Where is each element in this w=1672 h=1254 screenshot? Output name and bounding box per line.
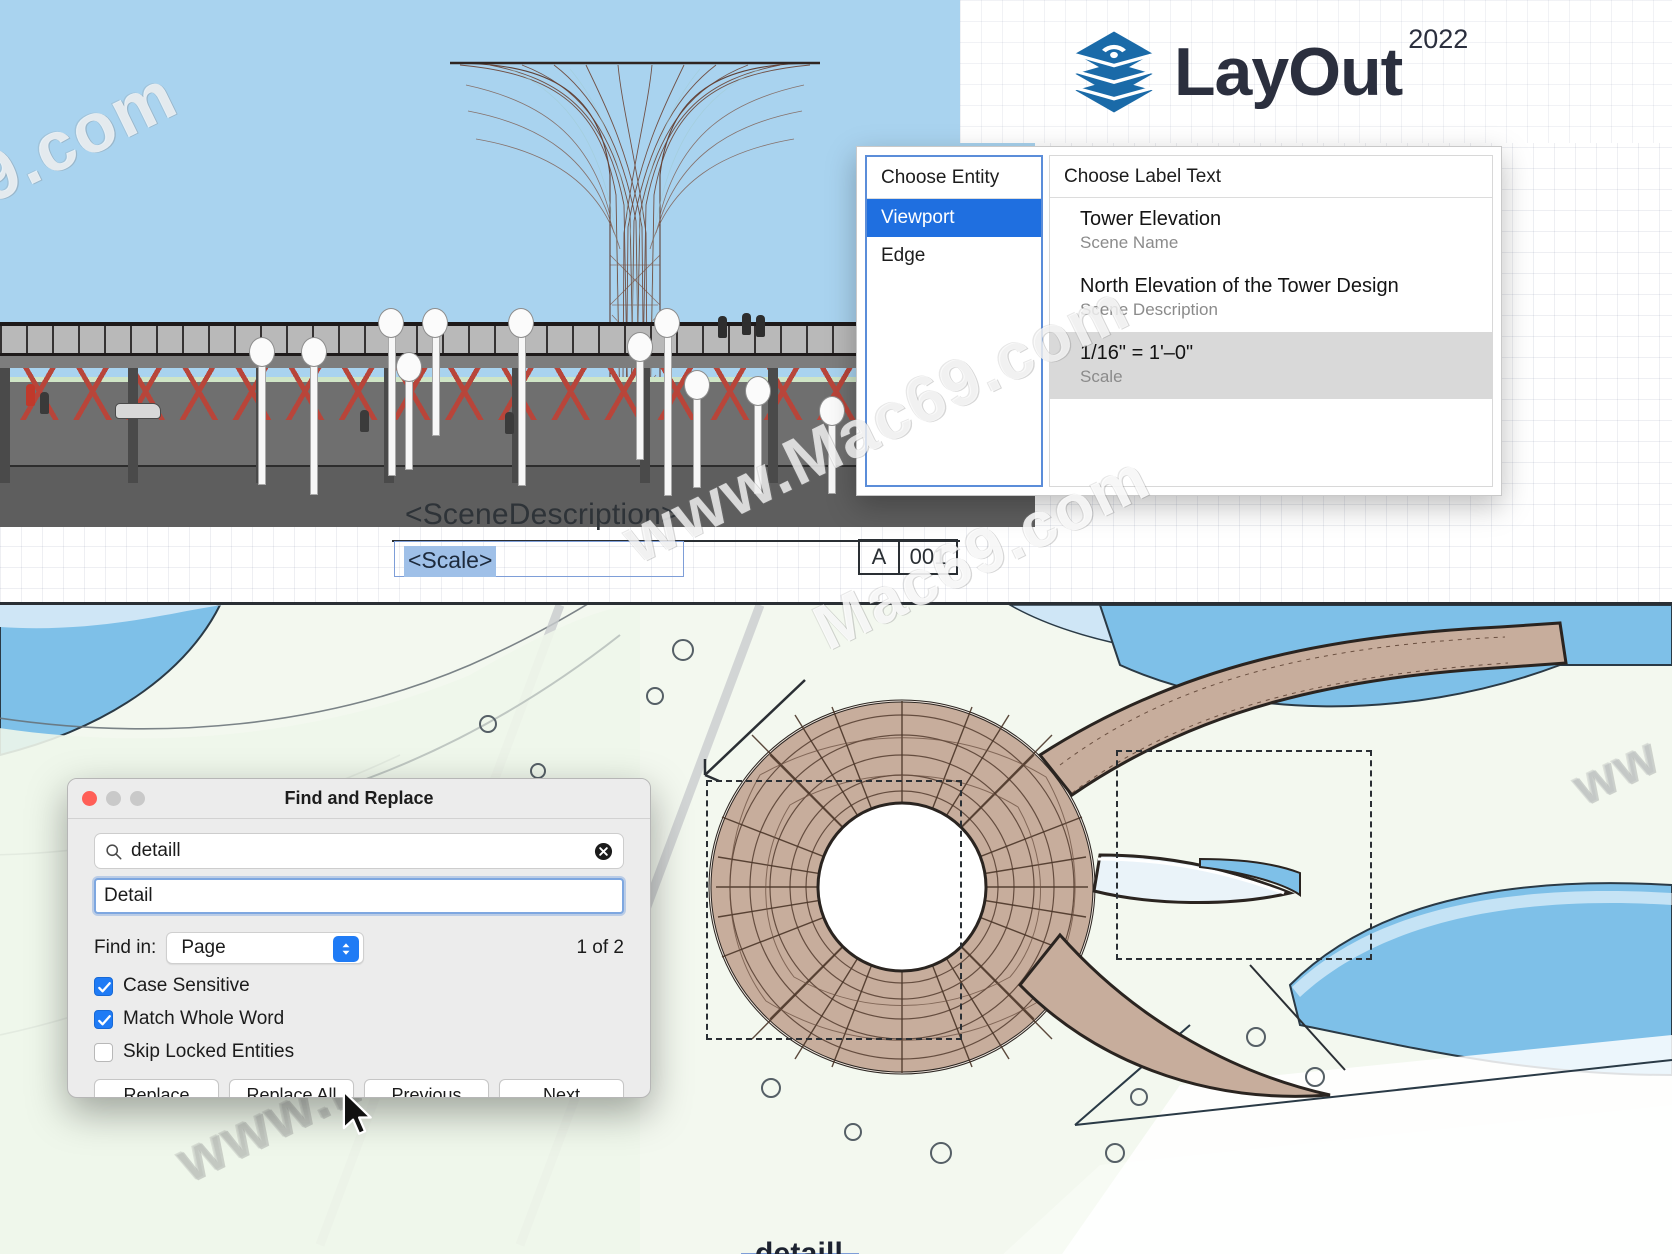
choose-entity-header: Choose Entity: [867, 157, 1041, 199]
lamp-head-icon: [249, 337, 275, 367]
case-sensitive-label: Case Sensitive: [123, 975, 250, 996]
choose-label-text-panel[interactable]: Choose Label Text Tower Elevation Scene …: [1049, 155, 1493, 487]
match-whole-word-checkbox[interactable]: [94, 1009, 113, 1029]
survey-point: [844, 1123, 862, 1141]
survey-point: [530, 763, 546, 779]
layout-version: 2022: [1408, 24, 1469, 54]
choose-label-text-header: Choose Label Text: [1050, 156, 1492, 198]
car-graphic: [115, 403, 161, 419]
dialog-body: detaill Detail Find in: Page 1 of 2 Case…: [68, 819, 650, 1097]
replace-all-button[interactable]: Replace All: [229, 1079, 354, 1097]
survey-point: [1305, 1067, 1325, 1087]
search-input-value: detaill: [131, 840, 181, 861]
find-in-select[interactable]: Page: [166, 932, 365, 964]
lamp-post: [310, 345, 318, 495]
find-in-label: Find in:: [94, 937, 157, 958]
elevation-drawing-page: <SceneDescription> <Scale> A 001 LayOut …: [0, 0, 1672, 640]
lamp-post: [388, 316, 396, 476]
person-graphic: [360, 410, 369, 432]
lamp-post: [518, 316, 526, 486]
survey-point: [1130, 1088, 1148, 1106]
person-graphic: [756, 315, 765, 337]
person-graphic: [505, 412, 514, 434]
lamp-head-icon: [508, 308, 534, 338]
option-case-sensitive[interactable]: Case Sensitive: [94, 975, 624, 997]
entity-item-edge[interactable]: Edge: [867, 237, 1041, 275]
choose-entity-panel[interactable]: Choose Entity Viewport Edge: [865, 155, 1043, 487]
lamp-head-icon: [745, 376, 771, 406]
mouse-cursor: [341, 1090, 375, 1138]
sheet-letter: A: [871, 544, 887, 569]
search-icon: [105, 843, 122, 860]
survey-point: [1105, 1143, 1125, 1163]
label-option-value: 1/16" = 1'–0": [1080, 341, 1194, 364]
find-and-replace-dialog[interactable]: Find and Replace detaill Detail Find in:…: [67, 778, 651, 1098]
survey-point: [479, 715, 497, 733]
option-skip-locked-entities[interactable]: Skip Locked Entities: [94, 1041, 624, 1063]
label-option-kind: Scale: [1080, 366, 1123, 386]
find-in-row: Find in: Page 1 of 2: [94, 932, 624, 964]
lamp-head-icon: [684, 370, 710, 400]
scale-token[interactable]: <Scale>: [404, 546, 497, 577]
lamp-head-icon: [422, 308, 448, 338]
survey-point: [672, 639, 694, 661]
survey-point: [646, 687, 664, 705]
dialog-titlebar[interactable]: Find and Replace: [68, 779, 650, 819]
lamp-post: [664, 316, 672, 496]
entity-item-viewport[interactable]: Viewport: [867, 199, 1041, 237]
lamp-head-icon: [301, 337, 327, 367]
option-match-whole-word[interactable]: Match Whole Word: [94, 1008, 624, 1030]
chevron-updown-icon[interactable]: [333, 936, 360, 962]
match-whole-word-label: Match Whole Word: [123, 1008, 285, 1029]
match-count: 1 of 2: [576, 937, 624, 958]
person-graphic: [742, 313, 751, 335]
skip-locked-entities-checkbox[interactable]: [94, 1042, 113, 1062]
lamp-head-icon: [819, 396, 845, 426]
survey-point: [1246, 1027, 1266, 1047]
layout-wordmark: LayOut: [1174, 33, 1403, 110]
detail-region-1[interactable]: [706, 780, 962, 1040]
case-sensitive-checkbox[interactable]: [94, 976, 113, 996]
person-graphic: [26, 384, 35, 406]
label-option-value: Tower Elevation: [1080, 208, 1222, 230]
next-button[interactable]: Next: [499, 1079, 624, 1097]
survey-point: [930, 1142, 952, 1164]
clear-circle-icon[interactable]: [594, 842, 613, 861]
lamp-head-icon: [627, 332, 653, 362]
person-graphic: [718, 316, 727, 338]
sheet-number-block[interactable]: A 001: [858, 539, 958, 575]
replace-input-value: Detail: [104, 885, 153, 906]
layout-branding-bar: LayOut 2022: [960, 0, 1672, 143]
label-option-scene-name[interactable]: Tower Elevation Scene Name: [1050, 198, 1492, 265]
find-in-value: Page: [181, 937, 226, 958]
autotext-picker-popover[interactable]: Choose Entity Viewport Edge Choose Label…: [856, 146, 1502, 496]
label-option-scale[interactable]: 1/16" = 1'–0" Scale: [1050, 331, 1492, 399]
label-option-value: North Elevation of the Tower Design: [1080, 274, 1399, 297]
skip-locked-entities-label: Skip Locked Entities: [123, 1041, 295, 1062]
label-option-kind: Scene Name: [1080, 233, 1179, 252]
scene-description-token[interactable]: <SceneDescription>: [405, 498, 679, 532]
label-option-scene-description[interactable]: North Elevation of the Tower Design Scen…: [1050, 265, 1492, 332]
search-input[interactable]: detaill: [94, 833, 624, 869]
lamp-head-icon: [378, 308, 404, 338]
layers-stack-icon: [1068, 26, 1160, 118]
dialog-title: Find and Replace: [284, 788, 434, 808]
lamp-head-icon: [396, 352, 422, 382]
person-graphic: [40, 392, 49, 414]
previous-button[interactable]: Previous: [364, 1079, 489, 1097]
replace-button[interactable]: Replace: [94, 1079, 219, 1097]
survey-point: [761, 1078, 781, 1098]
sheet-number: 001: [909, 544, 947, 569]
lamp-head-icon: [654, 308, 680, 338]
detail-region-2[interactable]: [1116, 750, 1372, 960]
label-option-kind: Scene Description: [1080, 299, 1218, 319]
replace-input[interactable]: Detail: [94, 878, 624, 914]
